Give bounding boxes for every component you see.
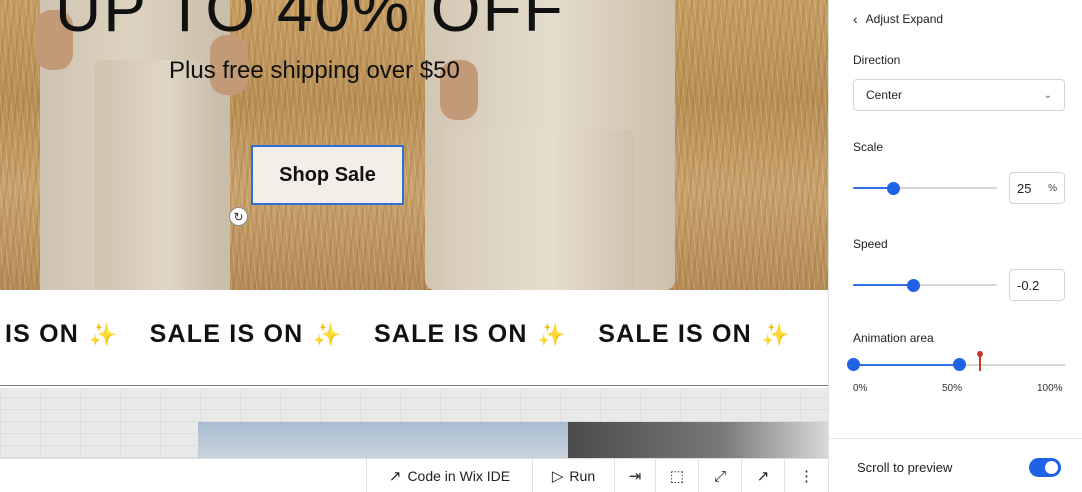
panel-title: Adjust Expand: [865, 12, 944, 26]
animation-area-end-handle[interactable]: [953, 358, 966, 371]
open-external-button[interactable]: ↗: [741, 459, 784, 492]
model-figure-right-legs: [445, 130, 635, 290]
more-button[interactable]: ⋮: [784, 459, 828, 492]
animation-area-label: Animation area: [853, 331, 934, 345]
model-figure-left-legs: [95, 60, 215, 290]
panel-footer: Scroll to preview: [829, 438, 1082, 492]
bottom-toolbar: ↗ Code in Wix IDE ▷ Run ⇥ ⬚ ⤢ ↗ ⋮: [0, 458, 828, 492]
hero-section[interactable]: UP TO 40% OFF Plus free shipping over $5…: [0, 0, 828, 290]
scroll-to-preview-label: Scroll to preview: [857, 460, 953, 475]
scale-slider[interactable]: [853, 180, 997, 196]
hero-headline[interactable]: UP TO 40% OFF: [55, 0, 565, 46]
tick-label-50: 50%: [942, 383, 963, 394]
editor-root: UP TO 40% OFF Plus free shipping over $5…: [0, 0, 1082, 492]
arrow-up-right-icon: ↗: [756, 468, 770, 485]
chevron-down-icon: ⌄: [1043, 89, 1052, 101]
speed-slider-handle[interactable]: [907, 279, 921, 292]
code-in-ide-button[interactable]: ↗ Code in Wix IDE: [366, 459, 532, 492]
select-cursor-icon: ⬚: [669, 468, 685, 485]
code-in-ide-label: Code in Wix IDE: [407, 468, 511, 484]
marquee-track: IS ON ✨ SALE IS ON ✨ SALE IS ON ✨ SALE IS O…: [5, 320, 823, 349]
more-icon: ⋮: [799, 468, 814, 485]
indent-icon: ⇥: [628, 468, 642, 485]
gallery-image-dark[interactable]: [568, 422, 828, 458]
shop-sale-button[interactable]: Shop Sale: [251, 145, 404, 205]
direction-value: Center: [866, 88, 903, 102]
marquee-item: SALE IS ON ✨: [149, 320, 342, 348]
tick-label-0: 0%: [853, 383, 868, 394]
run-button[interactable]: ▷ Run: [532, 459, 614, 492]
sparkle-icon: ✨: [313, 321, 342, 347]
run-label: Run: [569, 468, 596, 484]
sparkle-icon: ✨: [89, 321, 118, 347]
hero-subheadline[interactable]: Plus free shipping over $50: [169, 57, 460, 85]
speed-slider[interactable]: [853, 277, 997, 293]
toggle-knob: [1045, 461, 1058, 474]
sale-marquee-strip[interactable]: IS ON ✨ SALE IS ON ✨ SALE IS ON ✨ SALE IS O…: [0, 290, 828, 386]
expand-icon: ⤢: [713, 467, 726, 485]
scale-label: Scale: [853, 140, 884, 154]
marquee-item: SALE IS ON ✨: [598, 320, 791, 348]
speed-input[interactable]: -0.2: [1009, 269, 1065, 301]
expand-button[interactable]: ⤢: [698, 459, 741, 492]
indent-button[interactable]: ⇥: [614, 459, 655, 492]
marquee-item: SALE IS ON ✨: [373, 320, 567, 348]
direction-select[interactable]: Center ⌄: [853, 79, 1065, 111]
animation-area-slider[interactable]: [847, 351, 1065, 373]
scale-input[interactable]: 25 %: [1009, 172, 1065, 204]
marquee-item: IS ON ✨: [5, 320, 118, 348]
scroll-position-marker: [977, 351, 984, 371]
speed-label: Speed: [853, 237, 888, 251]
chevron-left-icon[interactable]: ‹: [853, 11, 858, 27]
animation-area-start-handle[interactable]: [847, 358, 860, 371]
speed-value: -0.2: [1017, 277, 1040, 293]
select-cursor-button[interactable]: ⬚: [655, 459, 698, 492]
scale-value: 25: [1017, 180, 1032, 196]
speed-slider-fill: [853, 284, 914, 286]
external-link-icon: ↗: [388, 468, 402, 485]
sparkle-icon: ✨: [537, 321, 567, 347]
tick-label-100: 100%: [1037, 383, 1063, 394]
gallery-image-sky[interactable]: [198, 422, 568, 458]
animation-area-fill: [853, 364, 959, 366]
scroll-to-preview-toggle[interactable]: [1029, 458, 1061, 477]
sparkle-icon: ✨: [761, 321, 791, 347]
direction-label: Direction: [853, 53, 901, 67]
adjust-expand-panel: ‹ Adjust Expand Direction Center ⌄ Scale…: [828, 0, 1082, 492]
scale-unit: %: [1048, 182, 1057, 194]
scale-slider-handle[interactable]: [887, 182, 901, 195]
panel-header[interactable]: ‹ Adjust Expand: [853, 11, 943, 27]
rotate-icon[interactable]: ↻: [229, 207, 248, 226]
page-canvas: UP TO 40% OFF Plus free shipping over $5…: [0, 0, 828, 458]
play-icon: ▷: [551, 468, 564, 485]
